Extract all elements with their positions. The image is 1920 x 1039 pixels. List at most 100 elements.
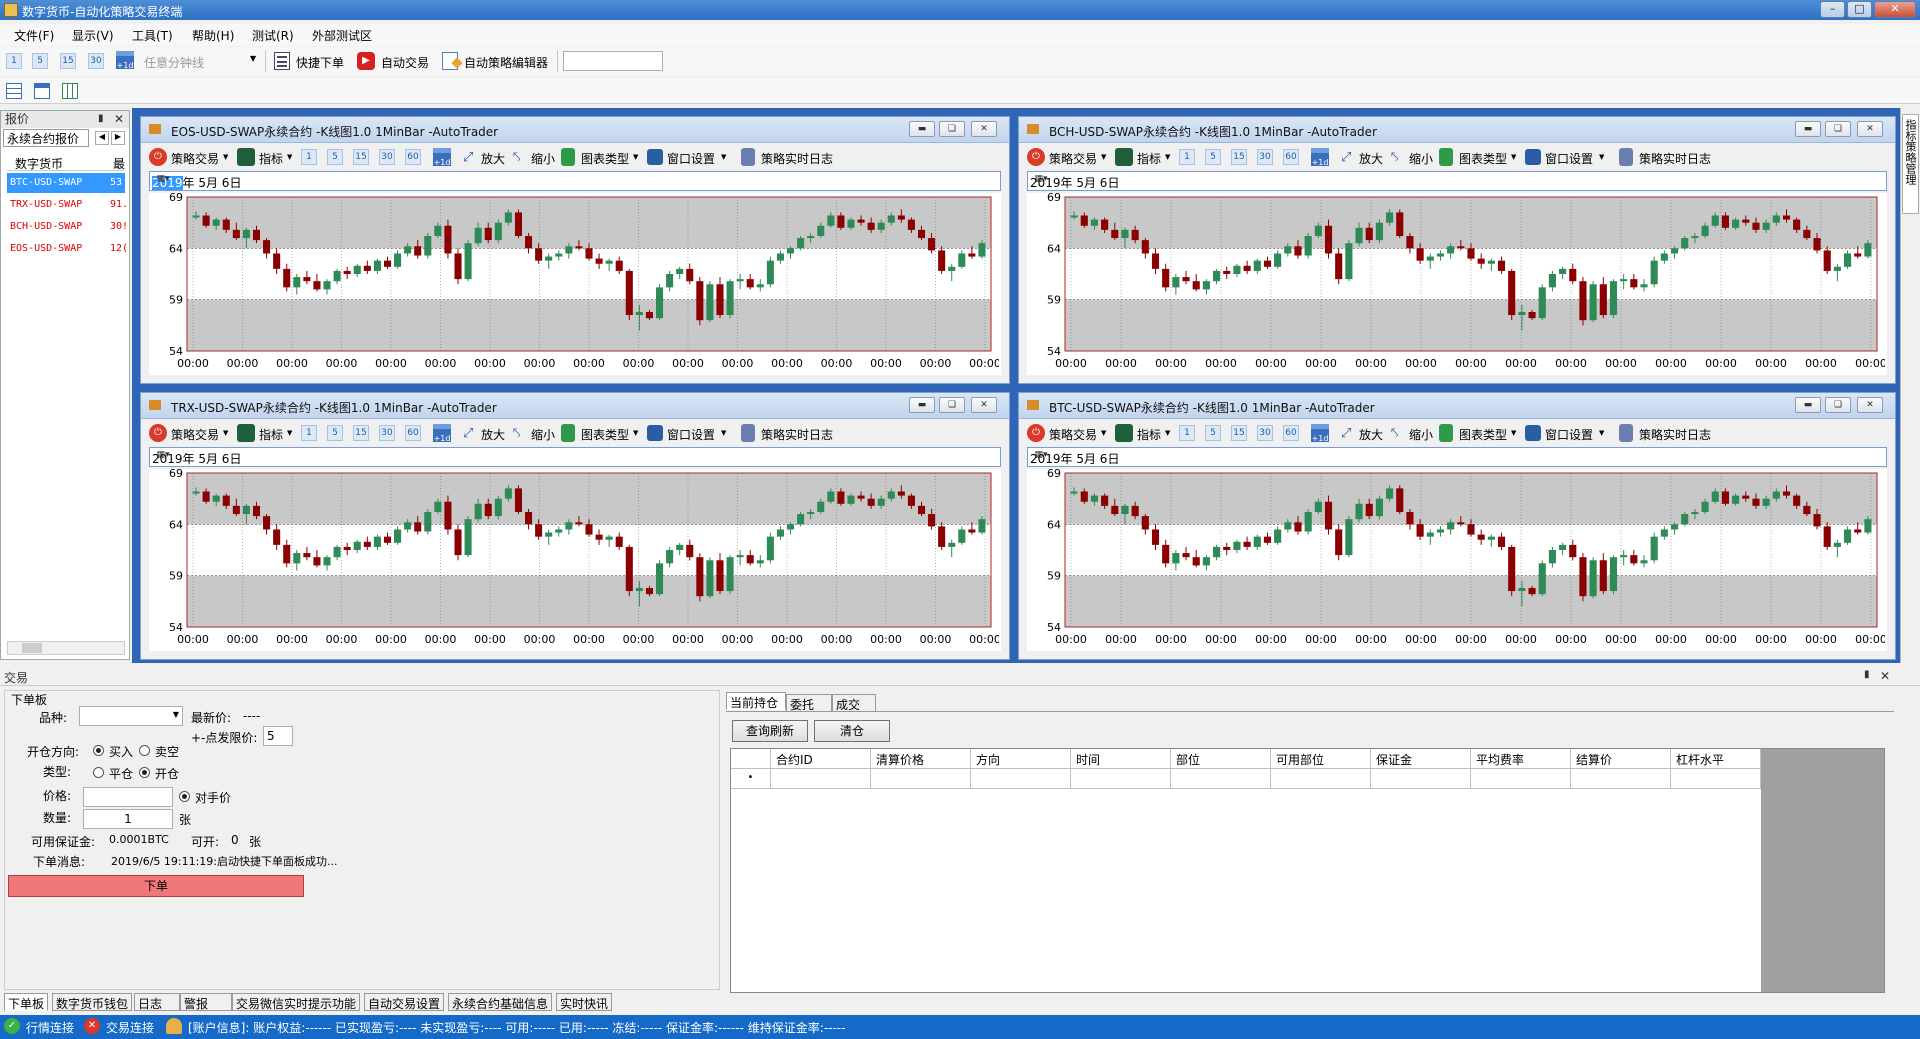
indicator-button[interactable]: 指标 bbox=[259, 426, 283, 443]
layout-window-icon[interactable] bbox=[34, 83, 50, 99]
indicator-button[interactable]: 指标 bbox=[1137, 150, 1161, 167]
tab-log[interactable]: 日志 bbox=[134, 993, 180, 1011]
grid-cell[interactable] bbox=[771, 769, 871, 789]
chart-period-30-button[interactable]: 30 bbox=[1257, 425, 1273, 441]
chart-minimize-button[interactable]: ▬ bbox=[909, 121, 935, 137]
strategy-log-button[interactable]: 策略实时日志 bbox=[1639, 150, 1711, 167]
col-settlement-price[interactable]: 结算价 bbox=[1571, 749, 1671, 769]
daily-calendar-icon[interactable]: +1d bbox=[433, 148, 451, 167]
chart-period-15-button[interactable]: 15 bbox=[353, 425, 369, 441]
dropdown-icon[interactable]: ▼ bbox=[1599, 153, 1604, 161]
tab-news[interactable]: 实时快讯 bbox=[556, 993, 613, 1011]
submit-order-button[interactable]: 下单 bbox=[8, 875, 304, 897]
indicator-strategy-tab[interactable]: 指标策略管理 bbox=[1902, 114, 1919, 214]
chart-close-button[interactable]: ✕ bbox=[1857, 121, 1883, 137]
zoom-in-button[interactable]: 放大 bbox=[1359, 426, 1383, 443]
grid-cell[interactable] bbox=[1471, 769, 1571, 789]
dropdown-icon[interactable]: ▼ bbox=[223, 429, 228, 437]
chart-period-60-button[interactable]: 60 bbox=[1283, 425, 1299, 441]
menu-test[interactable]: 测试(R) bbox=[252, 27, 294, 44]
window-settings-button[interactable]: 窗口设置 bbox=[667, 150, 715, 167]
dropdown-icon[interactable]: ▼ bbox=[1101, 429, 1106, 437]
dropdown-icon[interactable]: ▼ bbox=[1511, 153, 1516, 161]
dropdown-icon[interactable]: ▼ bbox=[287, 429, 292, 437]
dropdown-icon[interactable]: ▼ bbox=[633, 429, 638, 437]
date-picker[interactable]: 2019年 5月 6日 ▦▾ bbox=[149, 447, 1001, 467]
menu-file[interactable]: 文件(F) bbox=[14, 27, 54, 44]
chart-period-1-button[interactable]: 1 bbox=[301, 425, 317, 441]
price-input[interactable] bbox=[83, 787, 173, 807]
symbol-select[interactable]: ▼ bbox=[79, 706, 183, 726]
chart-type-button[interactable]: 图表类型 bbox=[581, 426, 629, 443]
tab-scroll-left-icon[interactable]: ◀ bbox=[95, 131, 109, 145]
grid-cell[interactable] bbox=[1071, 769, 1171, 789]
grid-cell[interactable] bbox=[1371, 769, 1471, 789]
chart-period-15-button[interactable]: 15 bbox=[353, 149, 369, 165]
chart-period-5-button[interactable]: 5 bbox=[327, 149, 343, 165]
close-button[interactable]: ✕ bbox=[1874, 1, 1916, 18]
tab-order-board[interactable]: 下单板 bbox=[4, 993, 49, 1011]
maximize-button[interactable]: □ bbox=[1847, 1, 1872, 18]
pin-icon[interactable]: ▮ bbox=[98, 111, 104, 127]
minimize-button[interactable]: – bbox=[1820, 1, 1845, 18]
daily-calendar-icon[interactable]: +1d bbox=[433, 424, 451, 443]
col-contract-id[interactable]: 合约ID bbox=[771, 749, 871, 769]
grid-cell[interactable] bbox=[1671, 769, 1761, 789]
zoom-in-button[interactable]: 放大 bbox=[481, 150, 505, 167]
candlestick-chart[interactable]: 69 64 59 54 00:00 00:00 00:00 00:00 00:00 00:00 00… bbox=[1027, 467, 1887, 651]
grid-cell[interactable] bbox=[871, 769, 971, 789]
chart-close-button[interactable]: ✕ bbox=[971, 121, 997, 137]
query-refresh-button[interactable]: 查询刷新 bbox=[732, 720, 808, 742]
menu-help[interactable]: 帮助(H) bbox=[192, 27, 234, 44]
dropdown-icon[interactable]: ▼ bbox=[721, 429, 726, 437]
indicator-button[interactable]: 指标 bbox=[259, 150, 283, 167]
buy-radio[interactable] bbox=[93, 745, 104, 756]
counter-price-radio[interactable] bbox=[179, 791, 190, 802]
calendar-dropdown-icon[interactable]: ▦▾ bbox=[152, 450, 174, 464]
chart-close-button[interactable]: ✕ bbox=[1857, 397, 1883, 413]
qty-input[interactable]: 1 bbox=[83, 809, 173, 829]
dropdown-icon[interactable]: ▼ bbox=[223, 153, 228, 161]
grid-cell[interactable] bbox=[1271, 769, 1371, 789]
menu-tools[interactable]: 工具(T) bbox=[132, 27, 173, 44]
chart-period-30-button[interactable]: 30 bbox=[379, 425, 395, 441]
grid-cell[interactable] bbox=[1571, 769, 1671, 789]
chart-period-15-button[interactable]: 15 bbox=[1231, 425, 1247, 441]
chart-minimize-button[interactable]: ▬ bbox=[1795, 397, 1821, 413]
chart-restore-button[interactable]: ❏ bbox=[1825, 397, 1851, 413]
zoom-in-button[interactable]: 放大 bbox=[1359, 150, 1383, 167]
dropdown-icon[interactable]: ▼ bbox=[1511, 429, 1516, 437]
date-picker[interactable]: 2019年 5月 6日 ▦▾ bbox=[1027, 171, 1887, 191]
col-available-position[interactable]: 可用部位 bbox=[1271, 749, 1371, 769]
offset-input[interactable]: 5 bbox=[263, 726, 293, 746]
zoom-out-button[interactable]: 缩小 bbox=[531, 150, 555, 167]
zoom-out-button[interactable]: 缩小 bbox=[1409, 426, 1433, 443]
chart-close-button[interactable]: ✕ bbox=[971, 397, 997, 413]
candlestick-chart[interactable]: 69 64 59 54 00:00 00:00 00:00 00:00 00:00 00:00 00… bbox=[149, 191, 1001, 375]
chart-type-button[interactable]: 图表类型 bbox=[1459, 150, 1507, 167]
chart-period-1-button[interactable]: 1 bbox=[1179, 149, 1195, 165]
candlestick-chart[interactable]: 69 64 59 54 00:00 00:00 00:00 00:00 00:00 00:00 00… bbox=[1027, 191, 1887, 375]
col-avg-fee[interactable]: 平均费率 bbox=[1471, 749, 1571, 769]
chart-period-60-button[interactable]: 60 bbox=[1283, 149, 1299, 165]
chart-period-30-button[interactable]: 30 bbox=[379, 149, 395, 165]
date-picker[interactable]: 2019年 5月 6日 ▦▾ bbox=[149, 171, 1001, 191]
chart-period-5-button[interactable]: 5 bbox=[1205, 149, 1221, 165]
quote-row[interactable]: BCH-USD-SWAP 30! bbox=[7, 217, 128, 237]
tab-swap-info[interactable]: 永续合约基础信息 bbox=[448, 993, 553, 1011]
tab-current-positions[interactable]: 当前持仓 bbox=[726, 692, 786, 710]
dropdown-icon[interactable]: ▼ bbox=[633, 153, 638, 161]
window-settings-button[interactable]: 窗口设置 bbox=[1545, 150, 1593, 167]
col-time[interactable]: 时间 bbox=[1071, 749, 1171, 769]
sell-radio[interactable] bbox=[139, 745, 150, 756]
col-leverage[interactable]: 杠杆水平 bbox=[1671, 749, 1761, 769]
calendar-dropdown-icon[interactable]: ▦▾ bbox=[1030, 174, 1052, 188]
tab-orders[interactable]: 委托 bbox=[786, 694, 832, 712]
window-settings-button[interactable]: 窗口设置 bbox=[1545, 426, 1593, 443]
chart-restore-button[interactable]: ❏ bbox=[1825, 121, 1851, 137]
chart-restore-button[interactable]: ❏ bbox=[939, 121, 965, 137]
close-radio[interactable] bbox=[93, 767, 104, 778]
horizontal-scrollbar[interactable] bbox=[7, 641, 125, 655]
period-5-button[interactable]: 5 bbox=[32, 53, 48, 69]
daily-calendar-icon[interactable]: +1d bbox=[1311, 424, 1329, 443]
